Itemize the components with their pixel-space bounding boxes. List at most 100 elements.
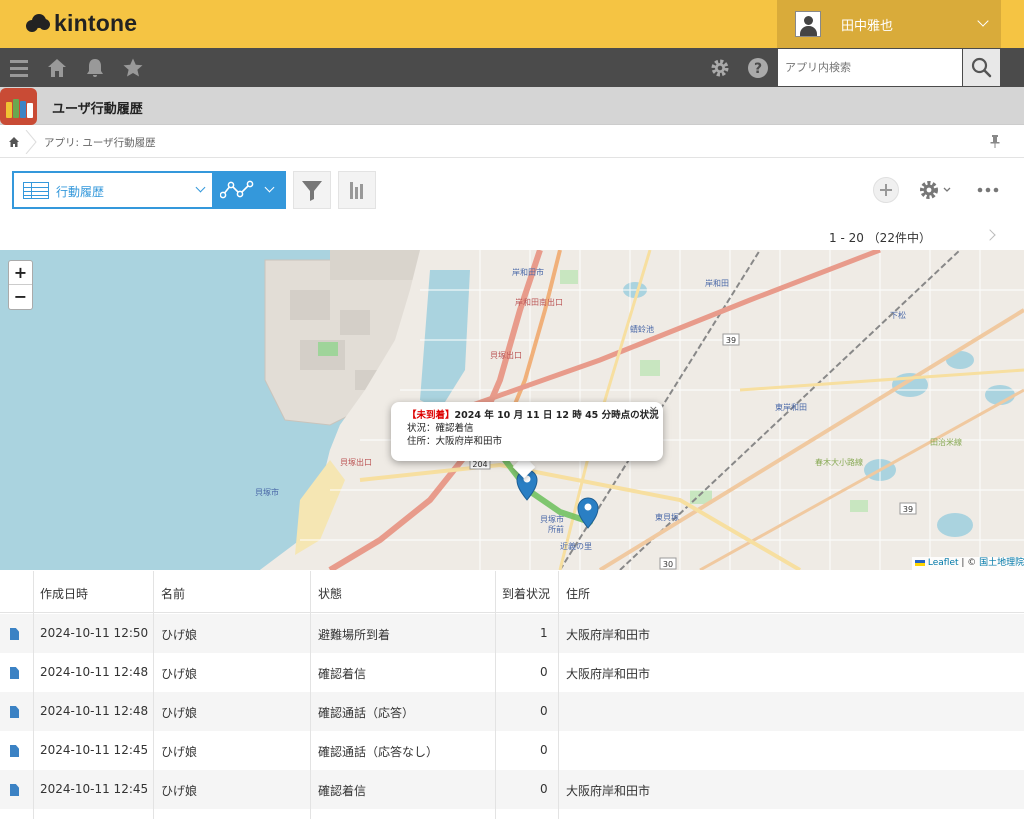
kintone-logo[interactable]: kintone (26, 10, 137, 36)
popup-status-line: 状況：確認着信 (407, 423, 474, 434)
view-selector[interactable]: 行動履歴 (12, 171, 214, 209)
bell-icon[interactable] (84, 57, 106, 79)
chevron-down-icon (977, 15, 989, 27)
popup-address-line: 住所：大阪府岸和田市 (407, 436, 503, 447)
cell-state: 確認通話（応答） (318, 706, 415, 720)
app-books-icon[interactable] (0, 88, 37, 125)
svg-text:東岸和田: 東岸和田 (775, 402, 807, 412)
cell-arrival: 0 (540, 782, 548, 796)
menu-icon[interactable] (8, 57, 30, 79)
cell-name: ひげ娘 (161, 784, 198, 798)
star-icon[interactable] (122, 57, 144, 79)
gsi-link[interactable]: 国土地理院 (979, 558, 1024, 568)
record-detail-icon[interactable] (10, 706, 19, 718)
cell-created: 2024-10-11 12:48 (40, 665, 149, 679)
popup-close-button[interactable]: × (649, 403, 658, 416)
more-options-button[interactable] (975, 177, 1001, 203)
next-page-icon[interactable] (984, 229, 996, 241)
column-divider (310, 571, 311, 819)
popup-heading-line: 【未到着】2024 年 10 月 11 日 12 時 45 分時点の状況 (407, 410, 659, 422)
help-icon[interactable]: ? (747, 57, 769, 79)
svg-text:蜻蛉池: 蜻蛉池 (630, 324, 654, 334)
record-detail-icon[interactable] (10, 667, 19, 679)
app-search-input[interactable] (778, 49, 962, 86)
cell-name: ひげ娘 (161, 667, 198, 681)
table-view-icon (23, 182, 49, 199)
attribution-separator: | © (958, 558, 980, 568)
column-divider (558, 571, 559, 819)
user-menu[interactable]: 田中雅也 (777, 0, 1001, 48)
svg-text:30: 30 (663, 560, 673, 569)
filter-button[interactable] (293, 171, 331, 209)
svg-text:貝塚出口: 貝塚出口 (340, 457, 372, 467)
chevron-down-icon (264, 182, 275, 193)
cell-arrival: 0 (540, 743, 548, 757)
cell-address: 大阪府岸和田市 (566, 784, 651, 798)
breadcrumb: アプリ: ユーザ行動履歴 (0, 126, 1024, 158)
svg-text:岸和田: 岸和田 (705, 279, 729, 288)
app-title: ユーザ行動履歴 (52, 102, 143, 117)
gear-icon (920, 181, 951, 199)
svg-text:下松: 下松 (890, 310, 906, 320)
app-search-field[interactable] (778, 49, 962, 86)
chevron-down-icon (195, 182, 206, 193)
home-icon[interactable] (46, 57, 68, 79)
svg-text:204: 204 (472, 460, 487, 469)
add-record-button[interactable] (873, 177, 899, 203)
column-header-created[interactable]: 作成日時 (40, 585, 88, 602)
map-zoom-control: + − (8, 260, 33, 310)
svg-text:貝塚市: 貝塚市 (255, 487, 279, 497)
column-divider (153, 571, 154, 819)
bar-chart-icon (350, 182, 363, 199)
chart-button[interactable] (338, 171, 376, 209)
leaflet-link[interactable]: Leaflet (928, 558, 959, 568)
svg-text:貝塚市: 貝塚市 (540, 514, 564, 524)
map-popup: 【未到着】2024 年 10 月 11 日 12 時 45 分時点の状況 状況：… (391, 402, 663, 461)
record-detail-icon[interactable] (10, 784, 19, 796)
user-avatar-icon (795, 11, 821, 37)
cell-state: 避難場所到着 (318, 628, 391, 642)
settings-menu-button[interactable] (917, 177, 957, 203)
column-header-address[interactable]: 住所 (566, 585, 590, 602)
column-divider (495, 571, 496, 819)
cell-name: ひげ娘 (161, 706, 198, 720)
cell-address: 大阪府岸和田市 (566, 667, 651, 681)
record-detail-icon[interactable] (10, 745, 19, 757)
cell-address: 大阪府岸和田市 (566, 628, 651, 642)
svg-text:39: 39 (903, 505, 913, 514)
svg-text:田治米線: 田治米線 (930, 437, 962, 447)
cell-arrival: 0 (540, 665, 548, 679)
breadcrumb-separator-icon (25, 130, 37, 154)
view-label: 行動履歴 (56, 185, 105, 199)
zoom-out-button[interactable]: − (9, 285, 32, 309)
column-header-state[interactable]: 状態 (318, 585, 342, 602)
cell-created: 2024-10-11 12:48 (40, 704, 149, 718)
app-title-bar: ユーザ行動履歴 (0, 87, 1024, 125)
home-icon[interactable] (8, 136, 20, 148)
svg-text:39: 39 (726, 336, 736, 345)
zoom-in-button[interactable]: + (9, 261, 32, 285)
svg-text:所前: 所前 (548, 524, 564, 534)
cell-created: 2024-10-11 12:50 (40, 626, 149, 640)
svg-text:近義の里: 近義の里 (560, 541, 592, 551)
cell-created: 2024-10-11 12:45 (40, 743, 149, 757)
cell-name: ひげ娘 (161, 628, 198, 642)
popup-status-tag: 【未到着】 (407, 410, 455, 421)
cell-state: 確認通話（応答なし） (318, 745, 439, 759)
svg-text:岸和田市: 岸和田市 (512, 267, 544, 277)
pin-icon[interactable] (989, 134, 1001, 148)
top-header: kintone 田中雅也 (0, 0, 1024, 48)
column-header-arrival[interactable]: 到着状況 (502, 585, 550, 602)
record-detail-icon[interactable] (10, 628, 19, 640)
cell-state: 確認着信 (318, 784, 367, 798)
breadcrumb-app-link[interactable]: アプリ: ユーザ行動履歴 (44, 135, 156, 150)
search-icon (971, 57, 992, 78)
cell-arrival: 0 (540, 704, 548, 718)
gear-icon[interactable] (709, 57, 731, 79)
column-header-name[interactable]: 名前 (161, 585, 185, 602)
svg-text:?: ? (754, 61, 762, 77)
cell-created: 2024-10-11 12:45 (40, 782, 149, 796)
search-button[interactable] (963, 49, 1000, 86)
graph-menu-button[interactable] (212, 171, 286, 209)
filter-icon (302, 181, 322, 201)
